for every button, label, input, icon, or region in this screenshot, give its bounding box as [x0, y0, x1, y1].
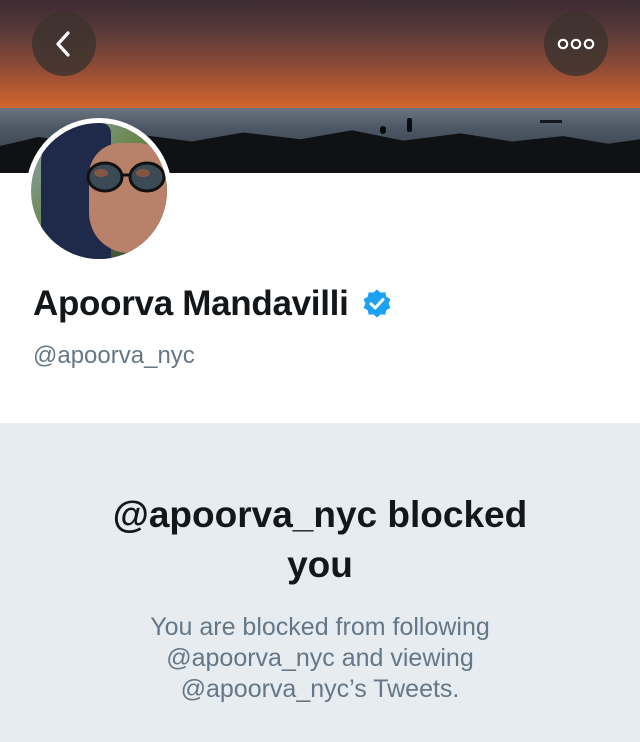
banner-figure — [380, 126, 386, 134]
banner-figure — [407, 118, 412, 132]
profile-name-row: Apoorva Mandavilli — [33, 284, 393, 324]
profile-handle: @apoorva_nyc — [33, 342, 195, 369]
blocked-title-line: @apoorva_nyc blocked — [112, 494, 528, 535]
blocked-description: You are blocked from following @apoorva_… — [60, 612, 580, 705]
blocked-title: @apoorva_nyc blocked you — [0, 490, 640, 590]
chevron-left-icon — [56, 31, 70, 57]
blocked-description-line: You are blocked from following — [150, 613, 490, 641]
avatar-image — [31, 123, 167, 259]
avatar-face — [89, 143, 167, 253]
sunglasses-graphic — [86, 161, 166, 193]
back-button[interactable] — [32, 12, 96, 76]
more-options-icon — [557, 38, 595, 50]
more-options-button[interactable] — [544, 12, 608, 76]
verified-badge-icon — [361, 288, 393, 320]
blocked-title-line: you — [287, 544, 353, 585]
banner-boat — [540, 120, 562, 123]
blocked-description-line: @apoorva_nyc’s Tweets. — [180, 675, 460, 703]
profile-name: Apoorva Mandavilli — [33, 284, 349, 323]
blocked-description-line: @apoorva_nyc and viewing — [166, 644, 474, 672]
avatar[interactable] — [26, 118, 172, 264]
